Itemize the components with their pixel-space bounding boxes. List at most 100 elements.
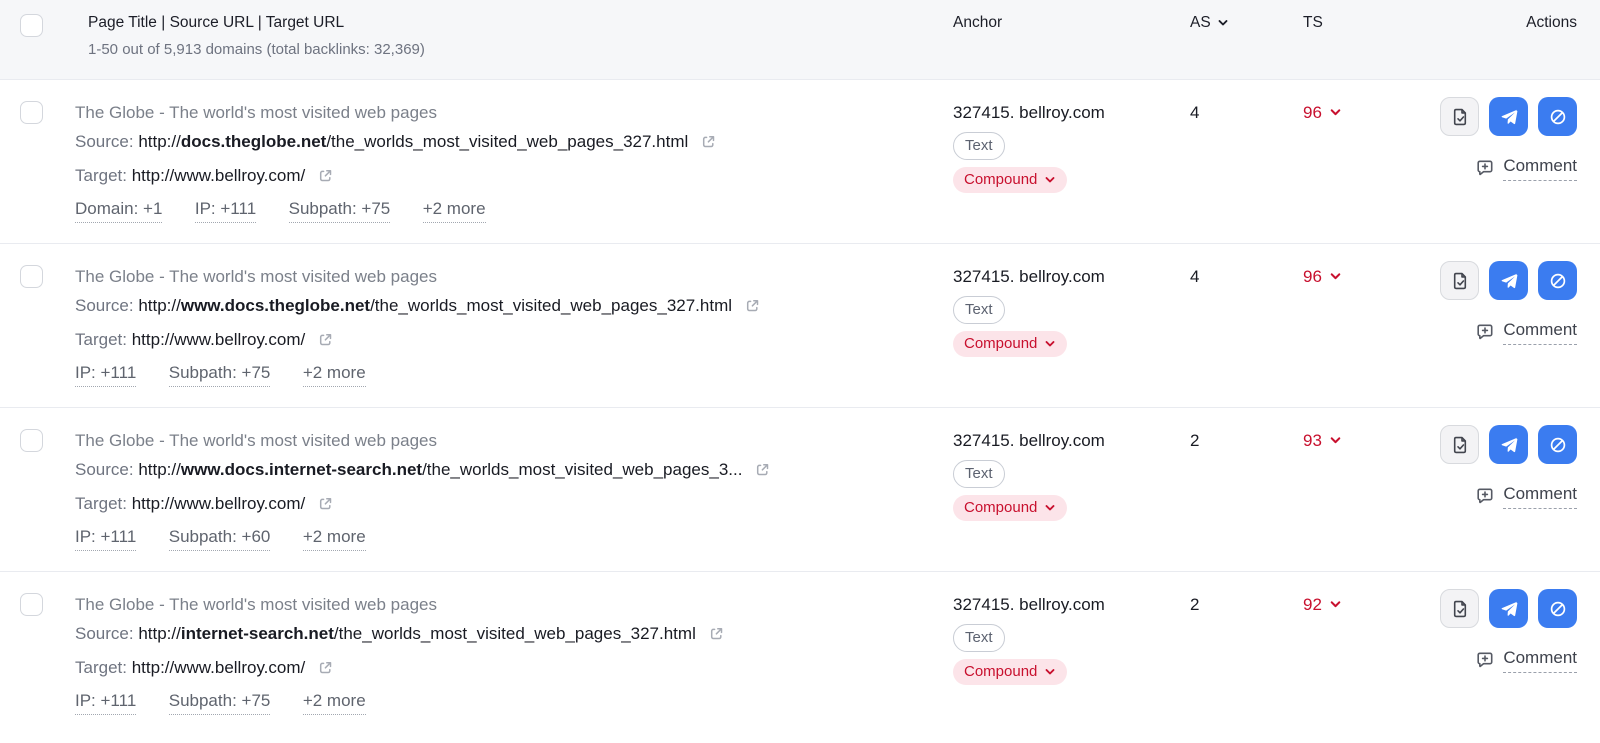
comment-button[interactable]: Comment (1475, 155, 1577, 181)
tag-subpath[interactable]: Subpath: +75 (169, 362, 271, 387)
comment-icon (1475, 486, 1495, 506)
tag-more[interactable]: +2 more (303, 362, 366, 387)
comment-icon (1475, 322, 1495, 342)
backlink-row: The Globe - The world's most visited web… (0, 408, 1600, 572)
anchor-text: 327415. bellroy.com (953, 592, 1190, 617)
row-checkbox[interactable] (20, 101, 43, 124)
tag-ip[interactable]: IP: +111 (75, 362, 136, 387)
chevron-down-icon (1329, 598, 1342, 611)
send-icon (1499, 107, 1519, 127)
comment-button[interactable]: Comment (1475, 647, 1577, 673)
chevron-down-icon (1329, 270, 1342, 283)
target-line: Target: http://www.bellroy.com/ (75, 159, 953, 193)
tag-ip[interactable]: IP: +111 (195, 198, 256, 223)
source-url: http://docs.theglobe.net/the_worlds_most… (138, 132, 688, 151)
compound-badge[interactable]: Compound (953, 495, 1067, 521)
row-checkbox[interactable] (20, 593, 43, 616)
text-badge: Text (953, 624, 1005, 652)
tag-ip[interactable]: IP: +111 (75, 526, 136, 551)
backlinks-table: Page Title | Source URL | Target URL 1-5… (0, 0, 1600, 743)
tag-more[interactable]: +2 more (303, 526, 366, 551)
target-line: Target: http://www.bellroy.com/ (75, 323, 953, 357)
doc-check-icon (1450, 599, 1470, 619)
source-line: Source: http://docs.theglobe.net/the_wor… (75, 125, 953, 159)
send-outreach-button[interactable] (1489, 589, 1528, 628)
disavow-button[interactable] (1538, 425, 1577, 464)
chevron-down-icon (1329, 106, 1342, 119)
audit-page-button[interactable] (1440, 425, 1479, 464)
external-link-icon[interactable] (318, 496, 333, 511)
target-url: http://www.bellroy.com/ (132, 494, 306, 513)
source-line: Source: http://www.docs.internet-search.… (75, 453, 953, 487)
disavow-button[interactable] (1538, 589, 1577, 628)
anchor-text: 327415. bellroy.com (953, 264, 1190, 289)
column-header-ts[interactable]: TS (1303, 14, 1323, 31)
anchor-text: 327415. bellroy.com (953, 100, 1190, 125)
external-link-icon[interactable] (701, 134, 716, 149)
disavow-button[interactable] (1538, 261, 1577, 300)
doc-check-icon (1450, 271, 1470, 291)
audit-page-button[interactable] (1440, 97, 1479, 136)
external-link-icon[interactable] (709, 626, 724, 641)
as-value: 4 (1190, 267, 1199, 286)
compound-badge[interactable]: Compound (953, 167, 1067, 193)
comment-button[interactable]: Comment (1475, 483, 1577, 509)
as-value: 4 (1190, 103, 1199, 122)
sort-desc-chevron-icon (1217, 17, 1229, 29)
chevron-down-icon (1044, 666, 1056, 678)
backlink-row: The Globe - The world's most visited web… (0, 572, 1600, 743)
send-outreach-button[interactable] (1489, 261, 1528, 300)
target-line: Target: http://www.bellroy.com/ (75, 651, 953, 685)
chevron-down-icon (1044, 502, 1056, 514)
send-icon (1499, 435, 1519, 455)
tag-subpath[interactable]: Subpath: +60 (169, 526, 271, 551)
send-icon (1499, 599, 1519, 619)
external-link-icon[interactable] (318, 660, 333, 675)
comment-icon (1475, 158, 1495, 178)
ts-value[interactable]: 96 (1303, 100, 1342, 125)
disavow-button[interactable] (1538, 97, 1577, 136)
comment-icon (1475, 650, 1495, 670)
block-icon (1548, 107, 1568, 127)
ts-value[interactable]: 96 (1303, 264, 1342, 289)
comment-button[interactable]: Comment (1475, 319, 1577, 345)
audit-page-button[interactable] (1440, 589, 1479, 628)
tag-ip[interactable]: IP: +111 (75, 690, 136, 715)
tag-subpath[interactable]: Subpath: +75 (169, 690, 271, 715)
tag-subpath[interactable]: Subpath: +75 (289, 198, 391, 223)
text-badge: Text (953, 132, 1005, 160)
send-outreach-button[interactable] (1489, 425, 1528, 464)
external-link-icon[interactable] (318, 332, 333, 347)
text-badge: Text (953, 460, 1005, 488)
tag-more[interactable]: +2 more (423, 198, 486, 223)
tag-more[interactable]: +2 more (303, 690, 366, 715)
chevron-down-icon (1044, 174, 1056, 186)
target-line: Target: http://www.bellroy.com/ (75, 487, 953, 521)
external-link-icon[interactable] (745, 298, 760, 313)
audit-page-button[interactable] (1440, 261, 1479, 300)
external-link-icon[interactable] (318, 168, 333, 183)
ts-value[interactable]: 92 (1303, 592, 1342, 617)
column-header-as[interactable]: AS (1190, 12, 1229, 34)
table-header: Page Title | Source URL | Target URL 1-5… (0, 0, 1600, 80)
column-header-page: Page Title | Source URL | Target URL (88, 12, 953, 34)
ts-value[interactable]: 93 (1303, 428, 1342, 453)
compound-badge[interactable]: Compound (953, 659, 1067, 685)
external-link-icon[interactable] (755, 462, 770, 477)
chevron-down-icon (1044, 338, 1056, 350)
source-url: http://www.docs.internet-search.net/the_… (138, 460, 742, 479)
tag-domain[interactable]: Domain: +1 (75, 198, 162, 223)
select-all-checkbox[interactable] (20, 14, 43, 37)
target-url: http://www.bellroy.com/ (132, 166, 306, 185)
chevron-down-icon (1329, 434, 1342, 447)
source-line: Source: http://www.docs.theglobe.net/the… (75, 289, 953, 323)
target-url: http://www.bellroy.com/ (132, 658, 306, 677)
compound-badge[interactable]: Compound (953, 331, 1067, 357)
block-icon (1548, 435, 1568, 455)
row-checkbox[interactable] (20, 429, 43, 452)
page-title: The Globe - The world's most visited web… (75, 100, 953, 125)
send-outreach-button[interactable] (1489, 97, 1528, 136)
doc-check-icon (1450, 435, 1470, 455)
row-checkbox[interactable] (20, 265, 43, 288)
as-value: 2 (1190, 431, 1199, 450)
